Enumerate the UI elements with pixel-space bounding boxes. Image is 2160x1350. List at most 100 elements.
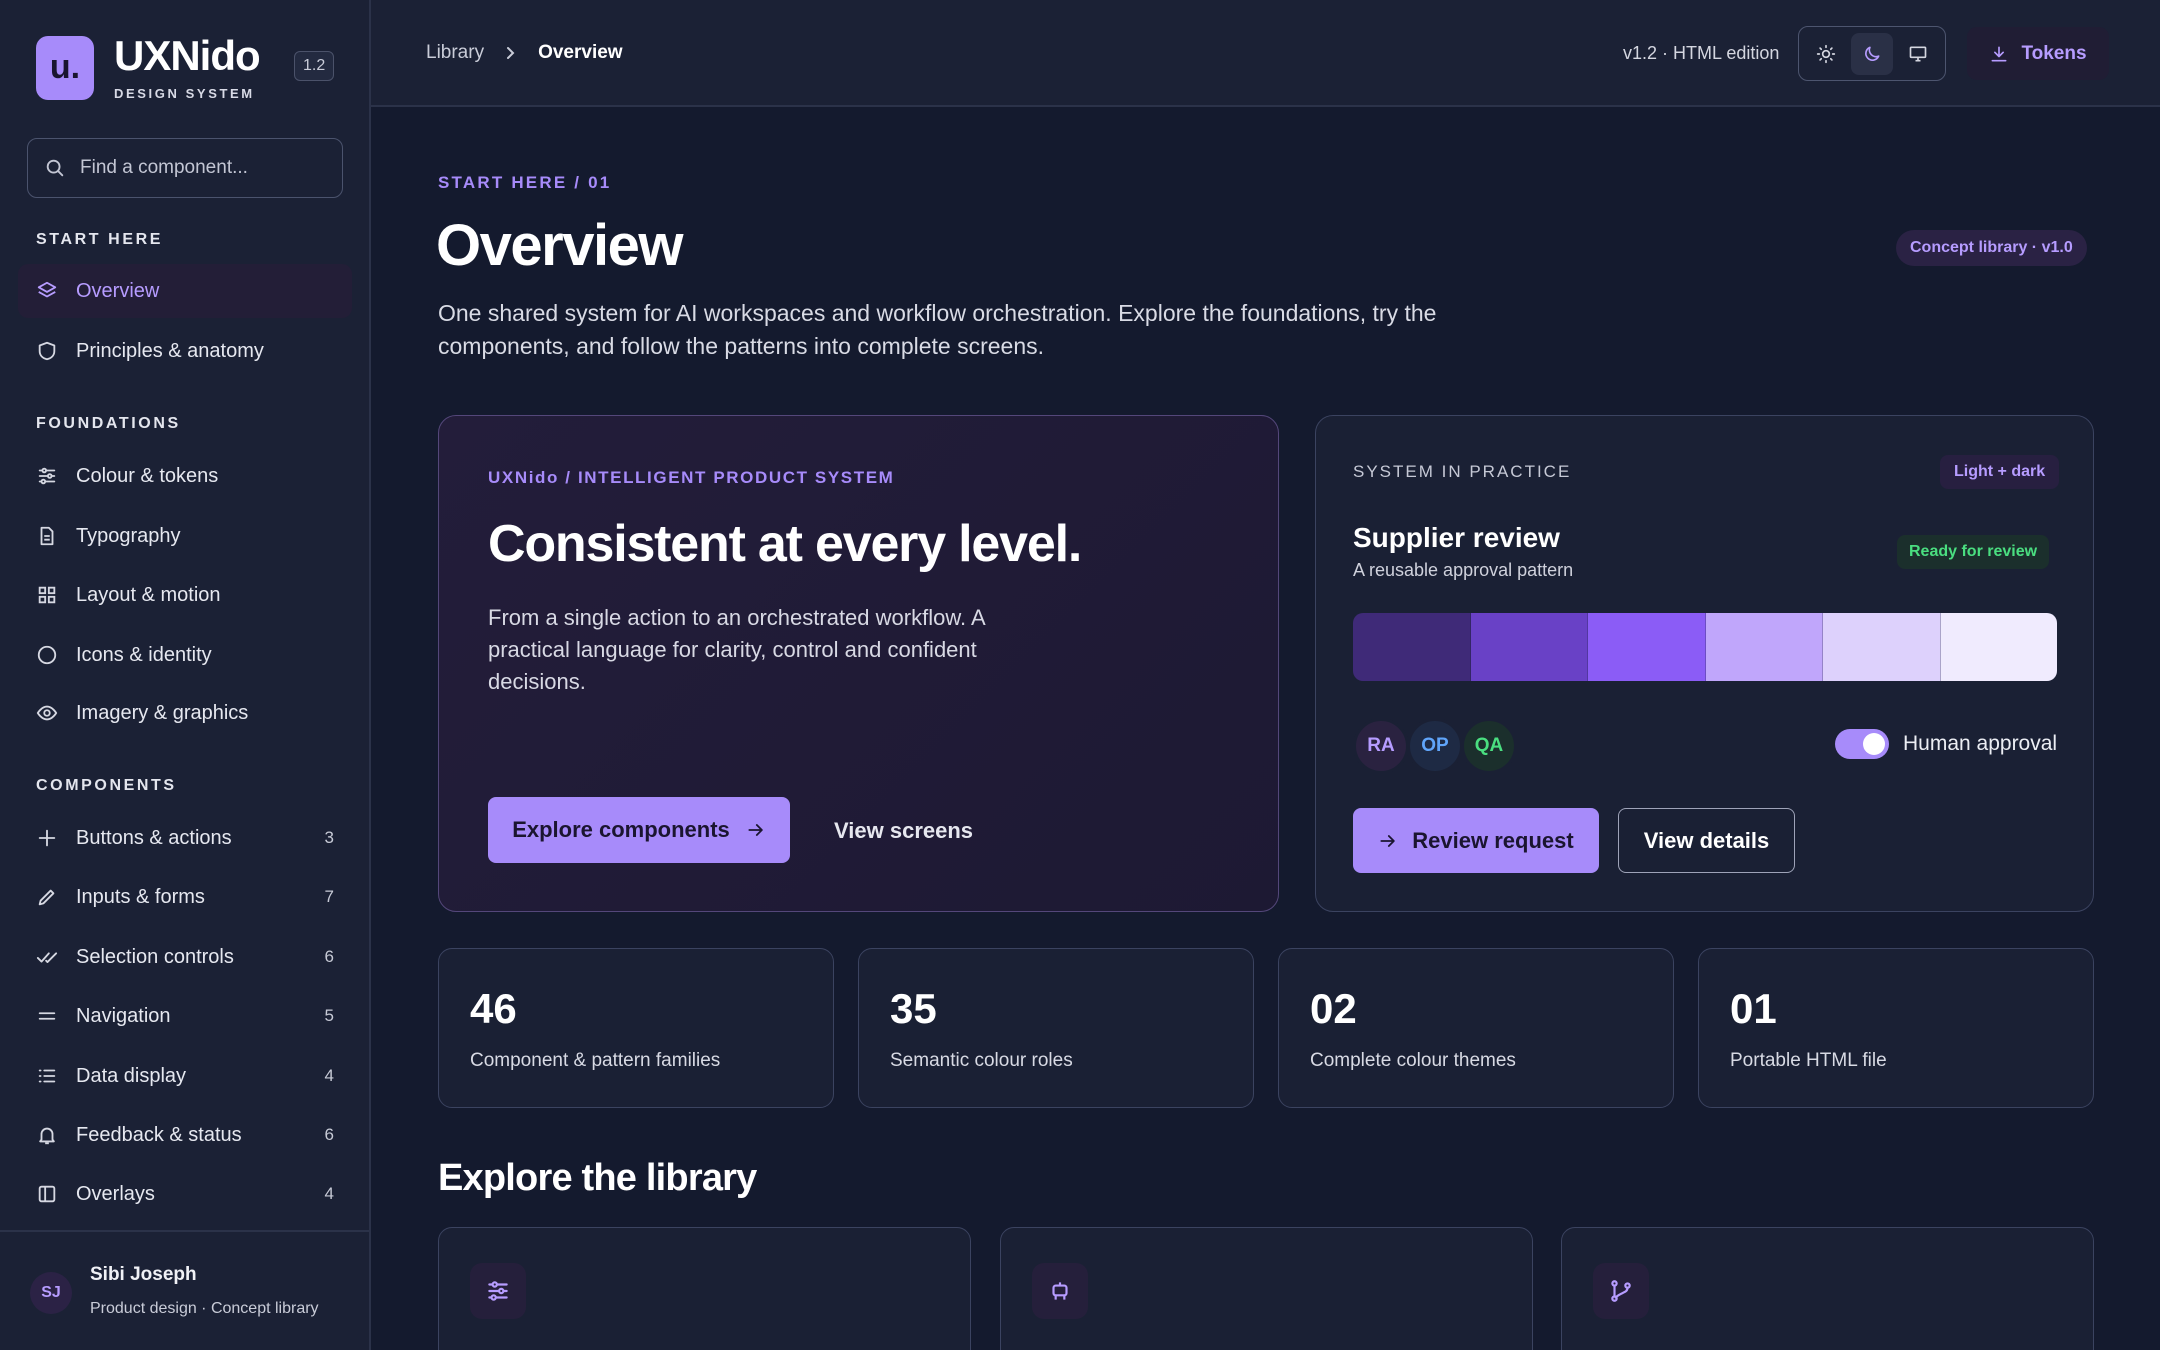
toggle-switch[interactable]	[1835, 729, 1889, 759]
sidebar-item-label: Overview	[76, 279, 160, 302]
practice-title: Supplier review	[1353, 522, 1560, 553]
hero-eyebrow: UXNido / INTELLIGENT PRODUCT SYSTEM	[488, 468, 895, 487]
sidebar-item-count: 3	[324, 828, 334, 847]
theme-light-button[interactable]	[1805, 33, 1847, 75]
colour-swatch	[1940, 613, 2057, 681]
search-input[interactable]: Find a component...	[27, 138, 343, 198]
nav-section-components: COMPONENTS	[36, 777, 177, 794]
sidebar-item-colour-tokens[interactable]: Colour & tokens	[18, 449, 352, 503]
panel-icon	[36, 1183, 58, 1205]
sidebar-item-count: 4	[324, 1184, 334, 1203]
double-check-icon	[36, 946, 58, 968]
human-approval-toggle[interactable]: Human approval	[1835, 729, 2057, 759]
colour-swatch	[1470, 613, 1588, 681]
moon-icon	[1862, 44, 1882, 64]
theme-system-button[interactable]	[1897, 33, 1939, 75]
sidebar-item-overview[interactable]: Overview	[18, 264, 352, 318]
user-profile[interactable]: SJ Sibi Joseph Product design · Concept …	[0, 1230, 371, 1350]
sliders-icon	[36, 465, 58, 487]
library-card[interactable]	[438, 1227, 971, 1350]
practice-subtitle: A reusable approval pattern	[1353, 560, 1574, 580]
avatar: SJ	[30, 1272, 72, 1314]
system-in-practice-card: SYSTEM IN PRACTICE Light + dark Supplier…	[1315, 415, 2094, 912]
library-card[interactable]	[1561, 1227, 2094, 1350]
search-icon	[44, 157, 66, 179]
sidebar-item-typography[interactable]: Typography	[18, 509, 352, 563]
sidebar-item-label: Principles & anatomy	[76, 339, 264, 362]
colour-swatch	[1705, 613, 1823, 681]
sidebar-item-principles[interactable]: Principles & anatomy	[18, 324, 352, 378]
user-role: Product design · Concept library	[90, 1300, 319, 1317]
sidebar-item-count: 5	[324, 1006, 334, 1025]
sidebar-item-label: Typography	[76, 524, 181, 547]
hero-title: Consistent at every level.	[488, 515, 1082, 573]
breadcrumb-library[interactable]: Library	[426, 42, 484, 64]
sidebar-item-label: Feedback & status	[76, 1123, 242, 1146]
sidebar-item-data-display[interactable]: Data display 4	[18, 1049, 352, 1103]
sidebar-item-label: Icons & identity	[76, 643, 212, 666]
list-icon	[36, 1065, 58, 1087]
colour-swatch	[1588, 613, 1706, 681]
sidebar-item-navigation[interactable]: Navigation 5	[18, 989, 352, 1043]
sidebar-item-label: Navigation	[76, 1004, 171, 1027]
view-details-button[interactable]: View details	[1618, 808, 1795, 873]
sidebar-item-feedback-status[interactable]: Feedback & status 6	[18, 1108, 352, 1162]
page-eyebrow: START HERE / 01	[438, 173, 612, 192]
sidebar-item-inputs-forms[interactable]: Inputs & forms 7	[18, 870, 352, 924]
explore-library-title: Explore the library	[438, 1157, 757, 1199]
colour-swatch	[1823, 613, 1941, 681]
review-request-button[interactable]: Review request	[1353, 808, 1599, 873]
menu-icon	[36, 1005, 58, 1027]
reviewer-avatars: RA OP QA	[1353, 718, 1517, 774]
reviewer-avatar: RA	[1353, 718, 1409, 774]
shield-icon	[36, 340, 58, 362]
sidebar-item-label: Overlays	[76, 1182, 155, 1205]
git-branch-icon	[1593, 1263, 1649, 1319]
hero-card: UXNido / INTELLIGENT PRODUCT SYSTEM Cons…	[438, 415, 1279, 912]
stat-value: 35	[890, 985, 937, 1032]
theme-switcher	[1798, 26, 1946, 81]
sidebar-item-count: 6	[324, 947, 334, 966]
theme-dark-button[interactable]	[1851, 32, 1893, 75]
sidebar-item-label: Layout & motion	[76, 583, 221, 606]
edition-label: v1.2 · HTML edition	[1623, 43, 1780, 63]
tokens-label: Tokens	[2021, 42, 2087, 64]
brand[interactable]: u. UXNido DESIGN SYSTEM	[36, 32, 261, 101]
stat-value: 02	[1310, 985, 1357, 1032]
breadcrumb-current: Overview	[538, 42, 623, 63]
sidebar-item-buttons-actions[interactable]: Buttons & actions 3	[18, 811, 352, 865]
sidebar-item-imagery-graphics[interactable]: Imagery & graphics	[18, 686, 352, 740]
version-badge: 1.2	[294, 51, 335, 81]
view-screens-button[interactable]: View screens	[834, 818, 973, 844]
reviewer-avatar: QA	[1461, 718, 1517, 774]
brand-name: UXNido	[114, 32, 261, 79]
review-request-label: Review request	[1412, 827, 1574, 853]
library-card[interactable]	[1000, 1227, 1533, 1350]
monitor-icon	[1908, 44, 1928, 64]
pencil-icon	[36, 886, 58, 908]
stat-card: 35 Semantic colour roles	[858, 948, 1254, 1108]
colour-swatch	[1353, 613, 1471, 681]
sidebar-item-layout-motion[interactable]: Layout & motion	[18, 568, 352, 622]
document-icon	[36, 525, 58, 547]
explore-components-button[interactable]: Explore components	[488, 797, 790, 863]
concept-badge: Concept library · v1.0	[1896, 230, 2087, 266]
breadcrumb: Library Overview	[426, 42, 623, 64]
stat-card: 46 Component & pattern families	[438, 948, 834, 1108]
sidebar-item-label: Data display	[76, 1064, 187, 1087]
sidebar-item-overlays[interactable]: Overlays 4	[18, 1167, 352, 1221]
status-badge: Ready for review	[1897, 535, 2050, 569]
sidebar-item-count: 4	[324, 1066, 334, 1085]
sidebar-item-label: Buttons & actions	[76, 826, 232, 849]
robot-icon	[1032, 1263, 1088, 1319]
stat-label: Semantic colour roles	[890, 1050, 1073, 1071]
sliders-icon	[470, 1263, 526, 1319]
search-placeholder: Find a component...	[80, 157, 248, 178]
colour-swatch-strip	[1353, 613, 2057, 681]
sidebar-item-label: Imagery & graphics	[76, 701, 249, 724]
sidebar-item-selection-controls[interactable]: Selection controls 6	[18, 930, 352, 984]
tokens-button[interactable]: Tokens	[1967, 27, 2109, 80]
sidebar-item-icons-identity[interactable]: Icons & identity	[18, 628, 352, 682]
sidebar-item-label: Colour & tokens	[76, 464, 219, 487]
stat-value: 46	[470, 985, 517, 1032]
